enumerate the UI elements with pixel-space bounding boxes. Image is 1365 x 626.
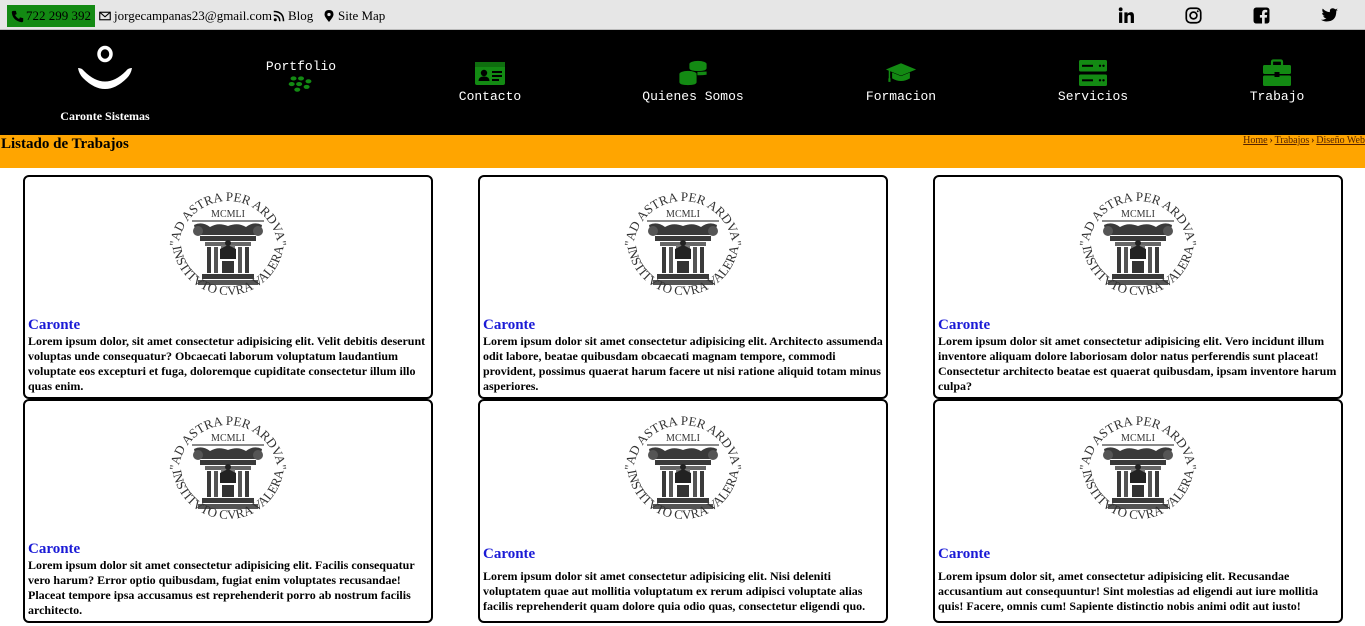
twitter-icon [1320, 7, 1338, 21]
svg-text:MCMLI: MCMLI [1121, 433, 1155, 444]
facebook-link[interactable] [1251, 5, 1271, 25]
coins-icon [628, 59, 758, 87]
card-title[interactable]: Caronte [25, 317, 431, 334]
card-title[interactable]: Caronte [25, 541, 431, 558]
svg-text:MCMLI: MCMLI [666, 209, 700, 220]
envelope-icon [99, 11, 111, 21]
svg-text:MCMLI: MCMLI [666, 433, 700, 444]
phone-badge[interactable]: 722 299 392 [7, 5, 95, 27]
page-title: Listado de Trabajos [1, 136, 129, 152]
site-logo[interactable]: Caronte Sistemas [50, 44, 160, 124]
instagram-link[interactable] [1183, 5, 1203, 25]
job-card[interactable]: "AD ASTRA PER ARDVA" MCMLI INSTITVTO CVR… [23, 399, 433, 623]
nav-formacion-label: Formacion [865, 89, 937, 104]
card-title[interactable]: Caronte [480, 317, 886, 334]
caronte-logo-icon [78, 45, 132, 89]
twitter-link[interactable] [1319, 5, 1339, 25]
breadcrumb-home[interactable]: Home [1243, 135, 1267, 146]
card-description: Lorem ipsum dolor sit, amet consectetur … [938, 569, 1319, 613]
nav-quienes-somos[interactable]: Quienes Somos [628, 59, 758, 104]
blackberry-icon [256, 74, 346, 96]
map-marker-icon [324, 10, 334, 22]
nav-portfolio-label: Portfolio [265, 59, 337, 74]
email-link[interactable]: jorgecampanas23@gmail.com [99, 8, 272, 24]
server-icon [1048, 59, 1138, 87]
nav-contacto-label: Contacto [458, 89, 522, 104]
card-description: Lorem ipsum dolor sit amet consectetur a… [483, 569, 866, 613]
top-contact-bar: 722 299 392 jorgecampanas23@gmail.com Bl… [0, 0, 1365, 30]
breadcrumb: Home › Trabajos › Diseño Web [1243, 135, 1365, 146]
card-title[interactable]: Caronte [935, 317, 1341, 334]
phone-icon [11, 10, 24, 22]
card-title[interactable]: Caronte [480, 546, 886, 563]
nav-trabajo-label: Trabajo [1249, 89, 1305, 104]
institute-seal-logo: "AD ASTRA PER ARDVA" MCMLI INSTITVTO CVR… [166, 413, 290, 522]
chevron-right-icon: › [1269, 135, 1273, 146]
nav-formacion[interactable]: Formacion [856, 59, 946, 104]
graduation-cap-icon [856, 59, 946, 87]
sitemap-text: Site Map [338, 8, 386, 23]
svg-text:MCMLI: MCMLI [211, 433, 245, 444]
svg-text:MCMLI: MCMLI [211, 209, 245, 220]
nav-contacto[interactable]: Contacto [445, 59, 535, 104]
job-card[interactable]: "AD ASTRA PER ARDVA" MCMLI INSTITVTO CVR… [933, 399, 1343, 623]
card-description: Lorem ipsum dolor sit amet consectetur a… [28, 558, 415, 617]
nav-trabajo[interactable]: Trabajo [1232, 59, 1322, 104]
job-card[interactable]: "AD ASTRA PER ARDVA" MCMLI INSTITVTO CVR… [478, 399, 888, 623]
rss-icon [273, 10, 285, 22]
nav-portfolio[interactable]: Portfolio [256, 59, 346, 98]
institute-seal-logo: "AD ASTRA PER ARDVA" MCMLI INSTITVTO CVR… [621, 413, 745, 522]
institute-seal-logo: "AD ASTRA PER ARDVA" MCMLI INSTITVTO CVR… [1076, 413, 1200, 522]
job-card[interactable]: "AD ASTRA PER ARDVA" MCMLI INSTITVTO CVR… [478, 175, 888, 399]
card-description: Lorem ipsum dolor sit amet consectetur a… [938, 334, 1337, 393]
id-card-icon [445, 59, 535, 87]
email-text: jorgecampanas23@gmail.com [114, 8, 272, 23]
breadcrumb-diseno-web[interactable]: Diseño Web [1316, 135, 1365, 146]
linkedin-link[interactable] [1116, 5, 1136, 25]
briefcase-icon [1232, 59, 1322, 87]
linkedin-icon [1118, 6, 1134, 23]
institute-seal-logo: "AD ASTRA PER ARDVA" MCMLI INSTITVTO CVR… [621, 189, 745, 298]
phone-number: 722 299 392 [26, 8, 91, 23]
nav-servicios[interactable]: Servicios [1048, 59, 1138, 104]
instagram-icon [1184, 6, 1202, 24]
institute-seal-logo: "AD ASTRA PER ARDVA" MCMLI INSTITVTO CVR… [166, 189, 290, 298]
institute-seal-logo: "AD ASTRA PER ARDVA" MCMLI INSTITVTO CVR… [1076, 189, 1200, 298]
blog-link[interactable]: Blog [273, 8, 313, 24]
card-description: Lorem ipsum dolor, sit amet consectetur … [28, 334, 426, 393]
svg-text:MCMLI: MCMLI [1121, 209, 1155, 220]
card-title[interactable]: Caronte [935, 546, 1341, 563]
card-description: Lorem ipsum dolor sit amet consectetur a… [483, 334, 883, 393]
job-card[interactable]: "AD ASTRA PER ARDVA" MCMLI INSTITVTO CVR… [23, 175, 433, 399]
blog-text: Blog [288, 8, 314, 23]
nav-servicios-label: Servicios [1057, 89, 1129, 104]
facebook-icon [1253, 7, 1269, 24]
main-header: Caronte Sistemas Portfolio Contacto Quie… [0, 30, 1365, 135]
sitemap-link[interactable]: Site Map [323, 8, 385, 24]
nav-quienes-somos-label: Quienes Somos [642, 89, 744, 104]
breadcrumb-trabajos[interactable]: Trabajos [1275, 135, 1310, 146]
job-card[interactable]: "AD ASTRA PER ARDVA" MCMLI INSTITVTO CVR… [933, 175, 1343, 399]
logo-text: Caronte Sistemas [60, 109, 150, 123]
page-title-bar: Listado de Trabajos Home › Trabajos › Diseño… [0, 135, 1365, 168]
